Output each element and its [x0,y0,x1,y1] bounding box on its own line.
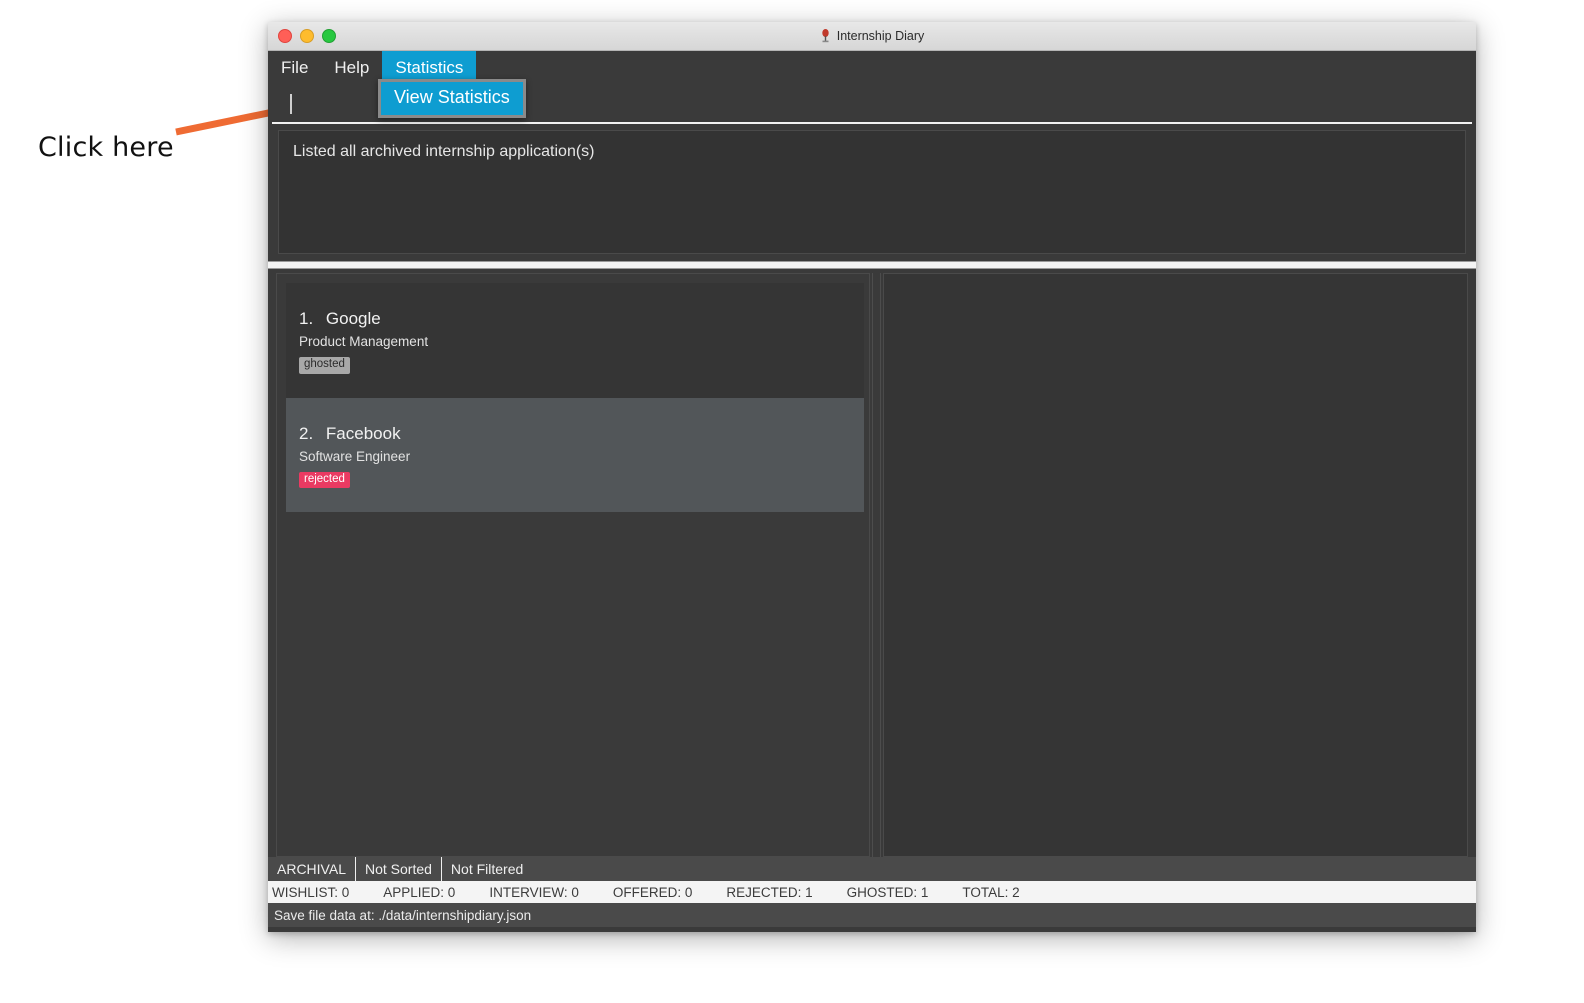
content-panes: 1. Google Product Management ghosted 2. … [268,269,1476,857]
close-button[interactable] [278,29,292,43]
statusbar-sort-value: Not Sorted [356,857,442,881]
application-list-pane[interactable]: 1. Google Product Management ghosted 2. … [276,273,870,857]
card-index: 2. [299,423,314,443]
list-item[interactable]: 2. Facebook Software Engineer rejected [286,397,864,512]
window-controls[interactable] [278,29,336,43]
window-title-group: Internship Diary [268,22,1476,50]
card-role: Product Management [299,334,429,349]
vertical-splitter[interactable] [872,273,881,857]
text-caret [290,94,292,114]
card-company: Google [325,309,381,328]
card-title: 1. Google [299,309,864,329]
list-item[interactable]: 1. Google Product Management ghosted [286,283,864,398]
card-index: 1. [299,309,314,328]
statusbar-mode: ARCHIVAL Not Sorted Not Filtered [268,857,1476,881]
menu-option-view-statistics[interactable]: View Statistics [381,82,523,115]
application-window: Internship Diary File Help Statistics Vi… [268,22,1476,932]
count-applied: APPLIED: 0 [383,884,456,900]
statusbar-filter-value: Not Filtered [450,861,524,877]
horizontal-splitter[interactable] [268,261,1476,269]
count-rejected: REJECTED: 1 [726,884,813,900]
command-input-underline [272,122,1472,124]
window-title: Internship Diary [836,29,925,43]
count-wishlist: WISHLIST: 0 [272,884,350,900]
menu-item-help[interactable]: Help [321,51,382,84]
card-title: 2. Facebook [299,424,864,444]
count-total: TOTAL: 2 [962,884,1020,900]
count-ghosted: GHOSTED: 1 [846,884,929,900]
status-badge: ghosted [299,357,350,374]
card-company: Facebook [325,423,401,443]
titlebar: Internship Diary [268,22,1476,51]
maximize-button[interactable] [322,29,336,43]
count-offered: OFFERED: 0 [612,884,693,900]
statistics-dropdown-menu[interactable]: View Statistics [378,79,526,118]
annotation-label: Click here [38,132,174,163]
message-text: Listed all archived internship applicati… [293,143,595,160]
card-role: Software Engineer [299,448,411,464]
minimize-button[interactable] [300,29,314,43]
statusbar-counts: WISHLIST: 0 APPLIED: 0 INTERVIEW: 0 OFFE… [268,881,1476,903]
message-panel: Listed all archived internship applicati… [278,130,1466,254]
status-badge: rejected [299,471,350,488]
pin-marker-icon [822,28,829,42]
screenshot-root: Click here Internship Diary File Help St… [0,0,1584,1003]
message-panel-wrap: Listed all archived internship applicati… [268,124,1476,254]
detail-pane[interactable] [883,273,1468,857]
menu-item-file[interactable]: File [268,51,321,84]
count-interview: INTERVIEW: 0 [489,884,579,900]
statusbar-save-path: Save file data at: ./data/internshipdiar… [268,903,1476,927]
statusbar-mode-value: ARCHIVAL [268,857,356,881]
